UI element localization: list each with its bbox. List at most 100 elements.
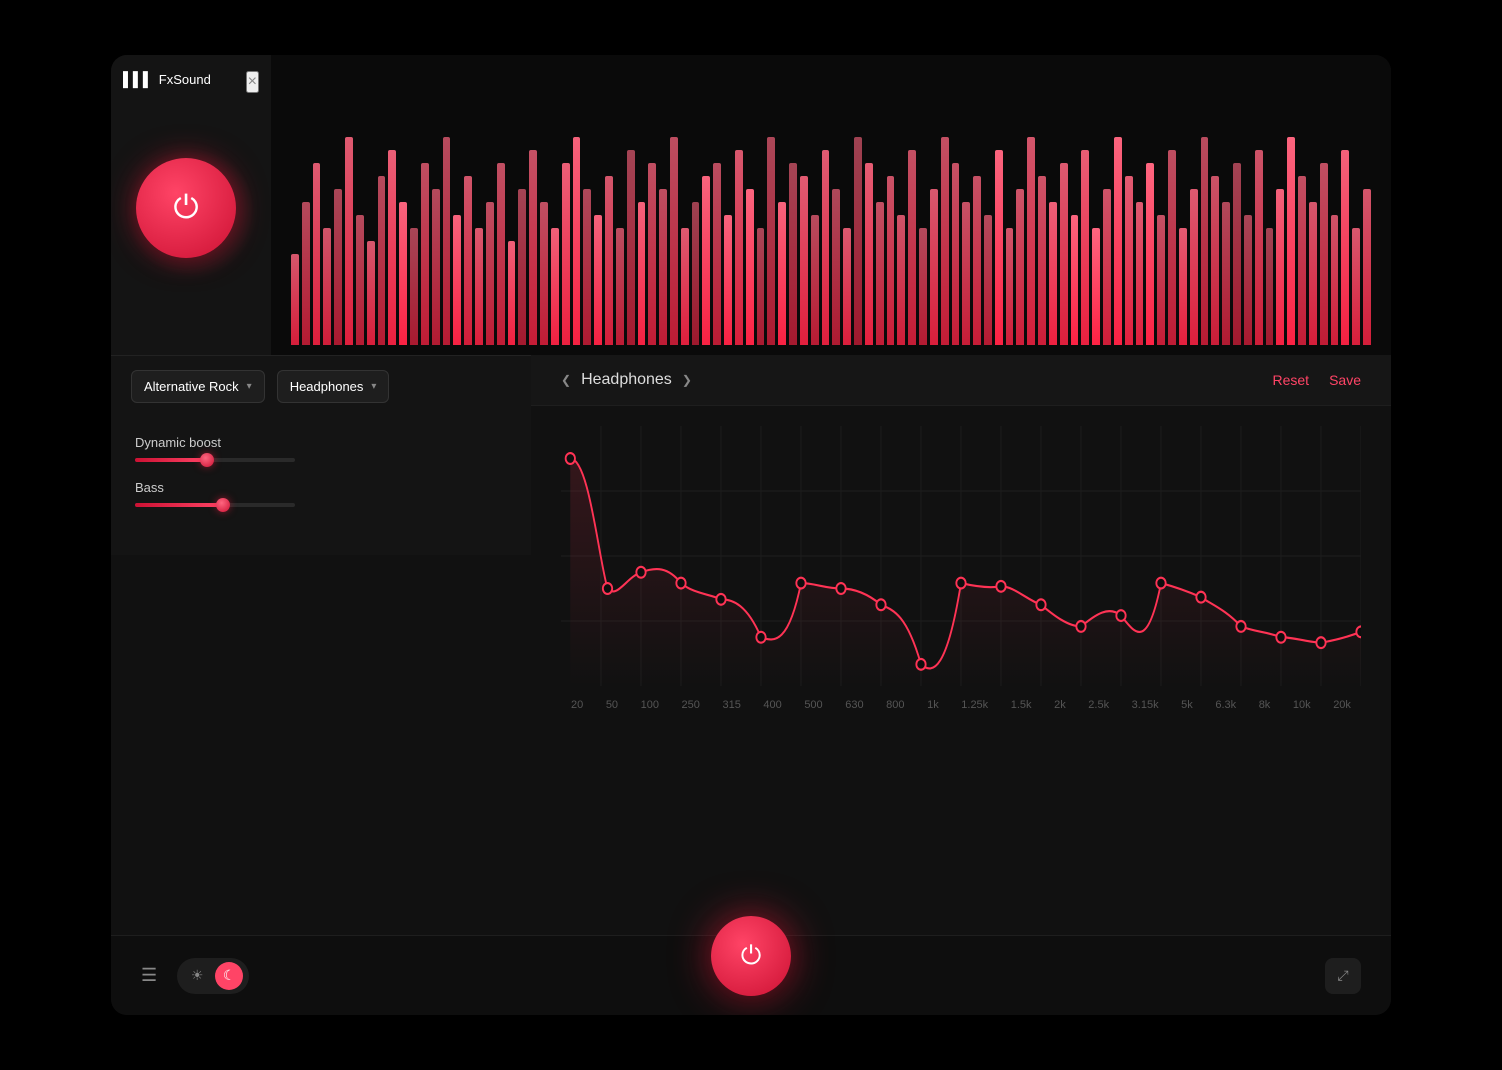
viz-bar: [1233, 163, 1241, 345]
bottom-toolbar: ☰ ☀ ☾ ⏻ ⤢: [111, 935, 1391, 1015]
eq-point-20[interactable]: [1356, 626, 1361, 637]
viz-bar: [724, 215, 732, 345]
power-button-main[interactable]: ⏻: [136, 158, 236, 258]
eq-point-11[interactable]: [996, 581, 1005, 592]
eq-graph-svg: [561, 426, 1361, 686]
logo-bars-icon: ▌▌▌: [123, 71, 153, 87]
eq-point-3[interactable]: [676, 578, 685, 589]
viz-bar: [356, 215, 364, 345]
viz-bar: [1222, 202, 1230, 345]
visualizer-section: [271, 55, 1391, 355]
eq-point-7[interactable]: [836, 583, 845, 594]
eq-point-14[interactable]: [1116, 610, 1125, 621]
viz-bar: [1244, 215, 1252, 345]
eq-freq-label: 250: [682, 699, 700, 711]
eq-device-selector[interactable]: ❮ Headphones ❯: [561, 371, 692, 389]
power-button-bottom[interactable]: ⏻: [711, 916, 791, 996]
viz-bar: [1157, 215, 1165, 345]
viz-bar: [399, 202, 407, 345]
eq-point-13[interactable]: [1076, 621, 1085, 632]
eq-point-6[interactable]: [796, 578, 805, 589]
viz-bar: [1081, 150, 1089, 345]
eq-point-15[interactable]: [1156, 578, 1165, 589]
eq-graph-container: 20501002503154005006308001k1.25k1.5k2k2.…: [531, 406, 1391, 746]
dark-theme-button[interactable]: ☾: [215, 962, 243, 990]
menu-icon[interactable]: ☰: [141, 965, 157, 986]
viz-bar: [1136, 202, 1144, 345]
viz-bar: [887, 176, 895, 345]
viz-bar: [616, 228, 624, 345]
viz-bar: [681, 228, 689, 345]
eq-header: ❮ Headphones ❯ Reset Save: [531, 355, 1391, 406]
eq-actions: Reset Save: [1273, 372, 1362, 388]
viz-bar: [529, 150, 537, 345]
viz-bar: [1309, 202, 1317, 345]
eq-point-8[interactable]: [876, 599, 885, 610]
device-label: Headphones: [290, 379, 364, 394]
eq-freq-label: 20: [571, 699, 583, 711]
power-area: ⏻: [111, 103, 271, 323]
viz-bar: [475, 228, 483, 345]
viz-bar: [702, 176, 710, 345]
eq-freq-label: 630: [845, 699, 863, 711]
viz-bar: [421, 163, 429, 345]
eq-point-19[interactable]: [1316, 637, 1325, 648]
reset-button[interactable]: Reset: [1273, 372, 1310, 388]
viz-bar: [367, 241, 375, 345]
viz-bar: [583, 189, 591, 345]
bass-thumb[interactable]: [216, 498, 230, 512]
eq-freq-label: 2k: [1054, 699, 1066, 711]
eq-point-12[interactable]: [1036, 599, 1045, 610]
eq-point-0[interactable]: [566, 453, 575, 464]
eq-point-16[interactable]: [1196, 592, 1205, 603]
eq-point-4[interactable]: [716, 594, 725, 605]
dynamic-boost-track[interactable]: [135, 458, 295, 462]
dynamic-boost-thumb[interactable]: [200, 453, 214, 467]
close-button[interactable]: ×: [246, 71, 259, 93]
eq-point-5[interactable]: [756, 632, 765, 643]
power-section-top: ▌▌▌ FxSound × ⏻: [111, 55, 271, 355]
viz-bar: [1016, 189, 1024, 345]
viz-bar: [497, 163, 505, 345]
dynamic-boost-group: Dynamic boost: [135, 435, 507, 462]
eq-freq-label: 1.25k: [961, 699, 988, 711]
viz-bar: [1168, 150, 1176, 345]
controls-row: Alternative Rock ▾ Headphones ▾: [111, 355, 531, 418]
dynamic-boost-label: Dynamic boost: [135, 435, 507, 450]
viz-bar: [648, 163, 656, 345]
viz-bar: [486, 202, 494, 345]
eq-point-1[interactable]: [603, 583, 612, 594]
viz-bar: [778, 202, 786, 345]
viz-bar: [1363, 189, 1371, 345]
viz-bar: [908, 150, 916, 345]
viz-bar: [540, 202, 548, 345]
eq-point-2[interactable]: [636, 567, 645, 578]
viz-bar: [897, 215, 905, 345]
viz-bar: [843, 228, 851, 345]
viz-bar: [378, 176, 386, 345]
eq-section: ❮ Headphones ❯ Reset Save: [531, 355, 1391, 935]
eq-freq-label: 800: [886, 699, 904, 711]
eq-point-9[interactable]: [916, 659, 925, 670]
viz-bar: [313, 163, 321, 345]
save-button[interactable]: Save: [1329, 372, 1361, 388]
bass-track[interactable]: [135, 503, 295, 507]
device-dropdown[interactable]: Headphones ▾: [277, 370, 390, 403]
eq-point-17[interactable]: [1236, 621, 1245, 632]
preset-dropdown[interactable]: Alternative Rock ▾: [131, 370, 265, 403]
eq-point-18[interactable]: [1276, 632, 1285, 643]
viz-bar: [627, 150, 635, 345]
eq-device-name: Headphones: [581, 371, 672, 389]
eq-freq-label: 100: [641, 699, 659, 711]
viz-bar: [1114, 137, 1122, 345]
viz-bar: [865, 163, 873, 345]
viz-bar: [1298, 176, 1306, 345]
bass-group: Bass: [135, 480, 507, 507]
viz-bar: [822, 150, 830, 345]
viz-bar: [670, 137, 678, 345]
light-theme-button[interactable]: ☀: [183, 962, 211, 990]
expand-button[interactable]: ⤢: [1325, 958, 1361, 994]
eq-point-10[interactable]: [956, 578, 965, 589]
viz-bar: [692, 202, 700, 345]
viz-bar: [432, 189, 440, 345]
